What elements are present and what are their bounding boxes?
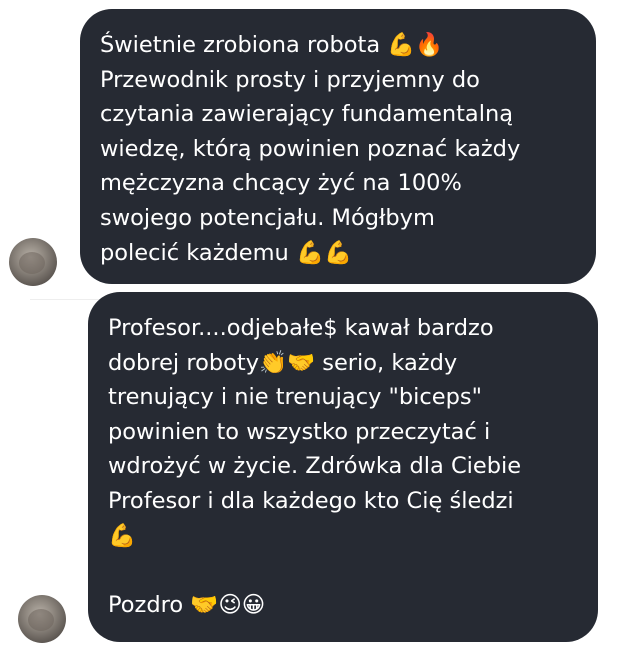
message-line: Profesor....odjebałe$ kawał bardzo xyxy=(108,315,494,341)
message-bubble[interactable]: Profesor....odjebałe$ kawał bardzo dobre… xyxy=(88,292,598,642)
message-line: mężczyzna chcący żyć na 100% xyxy=(100,170,462,197)
sender-avatar[interactable] xyxy=(9,238,57,286)
message-line: Świetnie zrobiona robota 💪🔥 xyxy=(100,32,444,58)
message-bubble[interactable]: Świetnie zrobiona robota 💪🔥 Przewodnik p… xyxy=(80,9,596,284)
message-line: Przewodnik prosty i przyjemny do xyxy=(100,66,480,93)
message-line: polecić każdemu 💪💪 xyxy=(100,239,353,266)
message-line: Profesor i dla każdego kto Cię śledzi xyxy=(108,487,514,514)
message-line: czytania zawierający fundamentalną xyxy=(100,101,514,128)
sender-avatar[interactable] xyxy=(18,595,66,643)
message-line xyxy=(108,553,582,588)
message-line: wiedzę, którą powinien poznać każdy xyxy=(100,135,521,162)
message-line: swojego potencjału. Mógłbym xyxy=(100,204,435,231)
message-line: powinien to wszystko przeczytać i xyxy=(108,418,491,445)
message-line: dobrej roboty👏🤝 serio, każdy xyxy=(108,349,458,376)
message-line: Pozdro 🤝😉😀 xyxy=(108,591,266,618)
message-line: 💪 xyxy=(108,522,137,549)
message-line: wdrożyć w życie. Zdrówka dla Ciebie xyxy=(108,453,522,480)
message-line: trenujący i nie trenujący "biceps" xyxy=(108,384,482,411)
